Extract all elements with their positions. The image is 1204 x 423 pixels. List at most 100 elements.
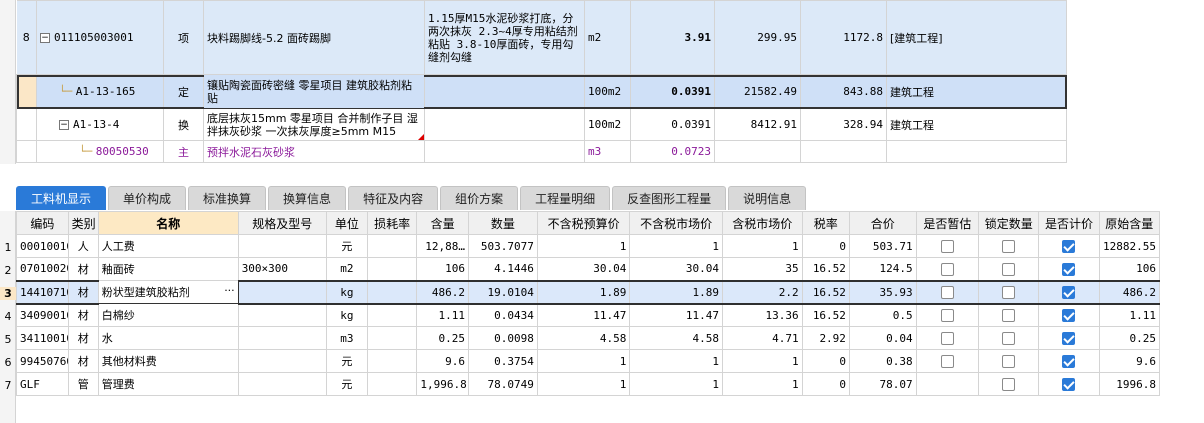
table-row[interactable]: 07010020 材釉面砖 300×300 m2 106 4.1446 30.04 30.04…: [16, 257, 1161, 281]
tab-features[interactable]: 特征及内容: [348, 186, 439, 210]
content-cell[interactable]: 0.25: [416, 326, 469, 350]
more-button[interactable]: ···: [224, 284, 235, 297]
type-cell[interactable]: 主: [163, 140, 204, 163]
sum-cell[interactable]: 0.38: [848, 349, 917, 373]
estimate-cell[interactable]: [915, 234, 980, 258]
qty-cell[interactable]: 78.0749: [467, 372, 538, 396]
col-header-unit[interactable]: 单位: [325, 211, 368, 235]
tax-rate-cell[interactable]: 16.52: [801, 279, 850, 305]
estimate-cell[interactable]: [915, 326, 980, 350]
original-content-cell[interactable]: 9.6: [1098, 349, 1161, 373]
priced-cell[interactable]: [1038, 349, 1100, 373]
qty-cell[interactable]: 19.0104: [467, 279, 538, 305]
profession-cell[interactable]: [886, 140, 1067, 163]
checkbox-icon[interactable]: [940, 354, 954, 368]
quota-row[interactable]: − A1-13-4 换 底层抹灰15mm 零星项目 合并制作子目 湿拌抹灰砂浆 一…: [16, 108, 1067, 141]
loss-cell[interactable]: [366, 303, 418, 327]
code-cell[interactable]: 14410710: [16, 279, 69, 305]
original-content-cell[interactable]: 486.2: [1098, 279, 1161, 305]
table-row[interactable]: 34090010 材白棉纱 kg 1.11 0.0434 11.47 11.47 13.36 1…: [16, 303, 1161, 327]
priced-cell[interactable]: [1038, 326, 1100, 350]
total-cell[interactable]: 1172.8: [800, 0, 887, 75]
qty-cell[interactable]: 0.0391: [630, 74, 715, 109]
unit-cell[interactable]: m3: [584, 140, 631, 163]
feature-cell[interactable]: [424, 108, 585, 141]
tab-pricing-scheme[interactable]: 组价方案: [440, 186, 519, 210]
tax-rate-cell[interactable]: 2.92: [801, 326, 850, 350]
tax-rate-cell[interactable]: 0: [801, 372, 850, 396]
col-header-budget-price[interactable]: 不含税预算价: [536, 211, 631, 235]
qty-cell[interactable]: 0.0391: [630, 108, 715, 141]
col-header-name[interactable]: 名称: [97, 211, 239, 235]
code-cell[interactable]: └─ A1-13-165: [36, 74, 164, 109]
code-cell[interactable]: └─ 80050530: [36, 140, 164, 163]
code-cell[interactable]: 34090010: [16, 303, 69, 327]
loss-cell[interactable]: [366, 372, 418, 396]
name-cell[interactable]: 釉面砖: [97, 257, 239, 281]
unit-cell[interactable]: m2: [325, 257, 368, 281]
category-cell[interactable]: 材: [67, 279, 99, 305]
category-cell[interactable]: 材: [67, 257, 99, 281]
spec-cell[interactable]: [237, 303, 327, 327]
col-header-content[interactable]: 含量: [416, 211, 469, 235]
market-price-cell[interactable]: 30.04: [629, 257, 723, 281]
content-cell[interactable]: 486.2: [416, 279, 469, 305]
checkbox-icon[interactable]: [940, 239, 954, 253]
lock-cell[interactable]: [978, 234, 1040, 258]
col-header-loss[interactable]: 损耗率: [366, 211, 418, 235]
estimate-cell[interactable]: [915, 279, 980, 305]
lock-cell[interactable]: [978, 349, 1040, 373]
spec-cell[interactable]: [237, 234, 327, 258]
table-row[interactable]: 99450760 材其他材料费元 9.6 0.3754 1 1 1 0 0.38 9.6: [16, 349, 1161, 373]
qty-cell[interactable]: 0.0434: [467, 303, 538, 327]
name-cell[interactable]: 块料踢脚线-5.2 面砖踢脚: [203, 0, 425, 75]
priced-cell[interactable]: [1038, 257, 1100, 281]
checkbox-checked-icon[interactable]: [1062, 262, 1076, 276]
loss-cell[interactable]: [366, 279, 418, 305]
qty-cell[interactable]: 0.0098: [467, 326, 538, 350]
col-header-spec[interactable]: 规格及型号: [237, 211, 327, 235]
checkbox-icon[interactable]: [940, 309, 954, 322]
unit-cell[interactable]: 元: [325, 234, 368, 258]
spec-cell[interactable]: [237, 279, 327, 305]
original-content-cell[interactable]: 0.25: [1098, 326, 1161, 350]
tax-rate-cell[interactable]: 16.52: [801, 303, 850, 327]
tax-rate-cell[interactable]: 0: [801, 234, 850, 258]
unit-cell[interactable]: 元: [325, 372, 368, 396]
sum-cell[interactable]: 0.5: [848, 303, 917, 327]
market-price-cell[interactable]: 1.89: [629, 279, 723, 305]
taxed-price-cell[interactable]: 13.36: [721, 303, 803, 327]
tab-standard-conversion[interactable]: 标准换算: [188, 186, 267, 210]
priced-cell[interactable]: [1038, 303, 1100, 327]
profession-cell[interactable]: 建筑工程: [886, 74, 1067, 109]
sum-cell[interactable]: 124.5: [848, 257, 917, 281]
code-cell[interactable]: − A1-13-4: [36, 108, 164, 141]
tax-rate-cell[interactable]: 16.52: [801, 257, 850, 281]
estimate-cell[interactable]: [915, 303, 980, 327]
qty-cell[interactable]: 3.91: [630, 0, 715, 75]
type-cell[interactable]: 项: [163, 0, 204, 75]
budget-price-cell[interactable]: 1: [536, 349, 631, 373]
budget-price-cell[interactable]: 1.89: [536, 279, 631, 305]
checkbox-checked-icon[interactable]: [1062, 285, 1076, 299]
market-price-cell[interactable]: 1: [629, 349, 723, 373]
original-content-cell[interactable]: 12882.55: [1098, 234, 1161, 258]
lock-cell[interactable]: [978, 279, 1040, 305]
unit-cell[interactable]: 100m2: [584, 74, 631, 109]
col-header-qty[interactable]: 数量: [467, 211, 538, 235]
market-price-cell[interactable]: 1: [629, 372, 723, 396]
collapse-icon[interactable]: −: [40, 33, 50, 43]
qty-cell[interactable]: 503.7077: [467, 234, 538, 258]
tab-conversion-info[interactable]: 换算信息: [268, 186, 347, 210]
code-cell[interactable]: 99450760: [16, 349, 69, 373]
category-cell[interactable]: 人: [67, 234, 99, 258]
taxed-price-cell[interactable]: 2.2: [721, 279, 803, 305]
col-header-priced[interactable]: 是否计价: [1038, 211, 1100, 235]
budget-price-cell[interactable]: 4.58: [536, 326, 631, 350]
priced-cell[interactable]: [1038, 234, 1100, 258]
unit-cell[interactable]: 100m2: [584, 108, 631, 141]
estimate-cell[interactable]: [915, 349, 980, 373]
budget-price-cell[interactable]: 1: [536, 234, 631, 258]
sum-cell[interactable]: 78.07: [848, 372, 917, 396]
spec-cell[interactable]: 300×300: [237, 257, 327, 281]
